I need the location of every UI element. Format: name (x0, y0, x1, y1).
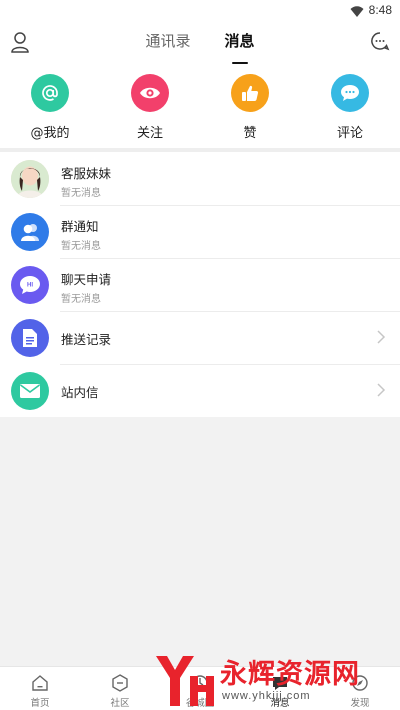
wifi-icon (350, 6, 364, 17)
nav-label: 首页 (30, 698, 50, 709)
chat-request-icon: HI (11, 266, 49, 304)
top-bar: 通讯录 消息 (0, 22, 400, 66)
status-bar: 8:48 (0, 0, 400, 22)
list-item-title: 客服妹妹 (61, 166, 112, 181)
header-tabs: 通讯录 消息 (0, 30, 400, 64)
nav-community[interactable]: 社区 (80, 667, 160, 710)
community-icon (112, 674, 128, 692)
thumbs-up-icon (231, 74, 269, 112)
quick-action-label: 赞 (243, 126, 257, 141)
eye-icon (131, 74, 169, 112)
list-item-chat-request[interactable]: HI 聊天申请 暂无消息 (0, 258, 400, 311)
chevron-right-icon (377, 330, 386, 344)
list-item-subtitle: 暂无消息 (61, 294, 101, 305)
chat-settings-icon[interactable] (370, 31, 390, 51)
list-item-title: 站内信 (61, 385, 99, 400)
group-icon (11, 213, 49, 251)
document-icon (11, 319, 49, 357)
tab-contacts[interactable]: 通讯录 (145, 30, 190, 60)
list-item-support[interactable]: 客服妹妹 暂无消息 (0, 152, 400, 205)
status-time: 8:48 (368, 3, 392, 17)
quick-action-label: 评论 (336, 126, 363, 141)
list-item-push-history[interactable]: 推送记录 (0, 311, 400, 364)
list-item-subtitle: 暂无消息 (61, 241, 101, 252)
home-icon (32, 675, 48, 691)
quick-action-comment[interactable]: 评论 (300, 66, 400, 148)
list-item-subtitle: 暂无消息 (61, 188, 101, 199)
quick-actions: @我的 关注 赞 评论 (0, 66, 400, 148)
quick-action-label: 关注 (136, 126, 163, 141)
list-item-title: 推送记录 (61, 332, 112, 347)
list-item-group-notice[interactable]: 群通知 暂无消息 (0, 205, 400, 258)
watermark-text: 永辉资源网 (220, 659, 360, 690)
list-item-inbox[interactable]: 站内信 (0, 364, 400, 417)
nav-label: 社区 (110, 698, 130, 709)
support-avatar (11, 160, 49, 198)
quick-action-follow[interactable]: 关注 (100, 66, 200, 148)
list-item-title: 聊天申请 (61, 272, 112, 287)
mail-icon (11, 372, 49, 410)
quick-action-like[interactable]: 赞 (200, 66, 300, 148)
watermark: 永辉资源网 www.yhkjjj.com (150, 652, 380, 710)
message-list: 客服妹妹 暂无消息 群通知 暂无消息 HI 聊天申请 暂无消息 推送记录 站内信 (0, 152, 400, 417)
tab-messages[interactable]: 消息 (225, 30, 255, 64)
list-item-title: 群通知 (61, 219, 99, 234)
quick-action-label: @我的 (30, 126, 70, 141)
comment-icon (331, 74, 369, 112)
watermark-url: www.yhkjjj.com (222, 690, 311, 702)
svg-text:HI: HI (27, 283, 33, 289)
at-icon (31, 74, 69, 112)
watermark-logo (156, 656, 214, 706)
chevron-right-icon (377, 383, 386, 397)
nav-home[interactable]: 首页 (0, 667, 80, 710)
quick-action-at-me[interactable]: @我的 (0, 66, 100, 148)
